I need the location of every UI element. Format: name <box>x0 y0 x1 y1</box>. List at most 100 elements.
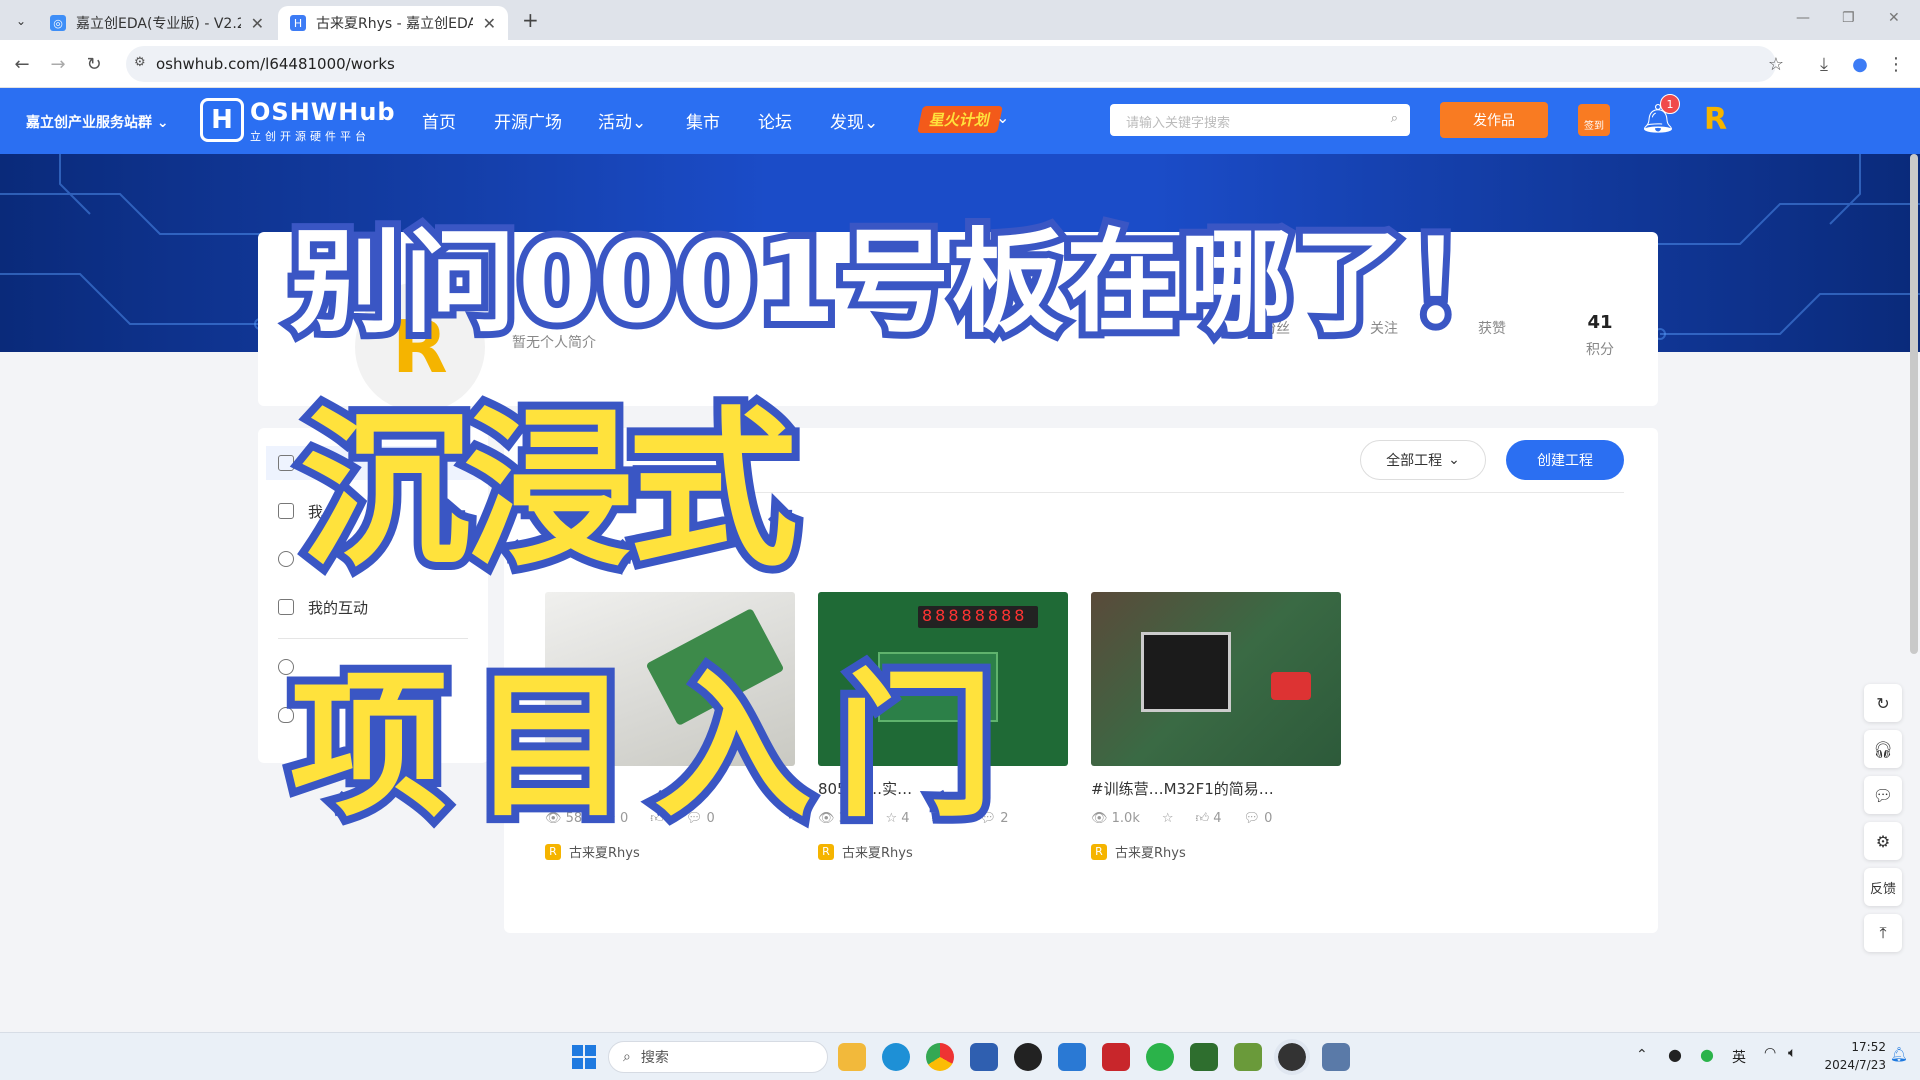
profile-avatar-icon[interactable]: ● <box>1848 52 1872 76</box>
taskbar-search[interactable]: ⌕ 搜索 <box>608 1041 828 1073</box>
clock[interactable]: 17:52 2024/7/23 <box>1818 1038 1886 1074</box>
browser-tab-bar: ⌄ ◎ 嘉立创EDA(专业版) - V2.2.23 ✕ H 古来夏Rhys - … <box>0 0 1920 40</box>
headset-support-icon[interactable]: 🎧︎ <box>1864 730 1902 768</box>
views-count: 👁︎ 1.0k <box>1091 811 1140 826</box>
checkin-calendar-icon[interactable]: 签到 <box>1578 104 1610 136</box>
publish-button[interactable]: 发作品 <box>1440 102 1548 138</box>
keil-icon[interactable] <box>1190 1043 1218 1071</box>
minimize-icon[interactable]: — <box>1796 10 1810 26</box>
settings-gear-icon[interactable]: ⚙ <box>1864 822 1902 860</box>
tab-oshwhub[interactable]: H 古来夏Rhys - 嘉立创EDA开源硬 ✕ <box>278 6 508 40</box>
search-input[interactable]: 请输入关键字搜索 ⌕ <box>1110 104 1410 136</box>
project-card[interactable]: #训练营…M32F1的简易… 👁︎ 1.0k ☆ 👍︎ 4 💬︎ 0 R 古来夏R… <box>1091 592 1341 861</box>
chrome-browser-icon[interactable] <box>926 1043 954 1071</box>
notification-bell-icon[interactable]: 🔔︎ <box>1890 1047 1908 1063</box>
oshwhub-logo-icon[interactable]: H <box>200 98 244 142</box>
red-clip <box>1271 672 1311 700</box>
eda-favicon-icon: ◎ <box>50 15 66 31</box>
heart-icon <box>278 551 294 567</box>
edge-browser-icon[interactable] <box>882 1043 910 1071</box>
qq-icon[interactable] <box>1014 1043 1042 1071</box>
nav-discover-label: 发现 <box>830 113 864 133</box>
refresh-tool-icon[interactable]: ↻ <box>1864 684 1902 722</box>
back-to-top-icon[interactable]: ⤒ <box>1864 914 1902 952</box>
tray-chevron-up-icon[interactable]: ⌃ <box>1636 1047 1648 1063</box>
restore-icon[interactable]: ❐ <box>1842 10 1855 26</box>
url-field[interactable]: ⚙ oshwhub.com/l64481000/works <box>126 46 1776 82</box>
notepad-icon[interactable] <box>970 1043 998 1071</box>
window-close-icon[interactable]: ✕ <box>1888 10 1900 26</box>
close-icon[interactable]: ✕ <box>251 14 264 33</box>
file-explorer-icon[interactable] <box>838 1043 866 1071</box>
stat-value: 41 <box>1587 312 1613 333</box>
sidebar-item-label: 我的互动 <box>308 598 369 617</box>
search-icon[interactable]: ⌕ <box>1391 111 1398 126</box>
likes-value: 4 <box>1213 811 1222 826</box>
app-icon[interactable] <box>1058 1043 1086 1071</box>
chevron-down-icon[interactable]: ⌄ <box>996 108 1009 127</box>
new-tab-plus-icon[interactable]: + <box>522 8 539 32</box>
wifi-icon[interactable]: ◠ <box>1764 1045 1776 1061</box>
more-menu-icon[interactable]: ⋮ <box>1884 52 1908 76</box>
nav-market[interactable]: 集市 <box>686 108 720 133</box>
bookmark-star-icon[interactable]: ☆ <box>1764 52 1788 76</box>
clock-date: 2024/7/23 <box>1824 1058 1886 1072</box>
tray-wechat-icon[interactable]: ● <box>1700 1045 1714 1064</box>
taskbar-search-label: 搜索 <box>640 1050 669 1066</box>
image-icon <box>278 455 294 471</box>
project-filter-dropdown[interactable]: 全部工程 ⌄ <box>1360 440 1486 480</box>
chat-bubble-icon[interactable]: 💬︎ <box>1864 776 1902 814</box>
tab-list-chevron-icon[interactable]: ⌄ <box>10 10 32 32</box>
nav-discover[interactable]: 发现⌄ <box>830 108 878 133</box>
nav-activity[interactable]: 活动⌄ <box>598 108 646 133</box>
logo-subtitle: 立创开源硬件平台 <box>250 130 370 143</box>
project-author[interactable]: R 古来夏Rhys <box>1091 842 1341 861</box>
feedback-button[interactable]: 反馈 <box>1864 868 1902 906</box>
stat-label: 积分 <box>1586 342 1614 358</box>
site-settings-icon[interactable]: ⚙ <box>134 55 146 70</box>
forward-arrow-icon[interactable]: → <box>46 52 70 76</box>
calendar-icon <box>278 503 294 519</box>
nav-home[interactable]: 首页 <box>422 108 456 133</box>
ime-indicator[interactable]: 英 <box>1732 1047 1746 1067</box>
start-tile <box>572 1058 583 1069</box>
pdf-app-icon[interactable] <box>1102 1043 1130 1071</box>
nav-activity-label: 活动 <box>598 113 632 133</box>
author-avatar-icon: R <box>1091 843 1107 860</box>
author-name: 古来夏Rhys <box>1115 846 1186 861</box>
wechat-icon[interactable] <box>1146 1043 1174 1071</box>
user-avatar-icon[interactable]: R <box>1704 102 1734 137</box>
nav-open-square[interactable]: 开源广场 <box>494 108 562 133</box>
camera-app-icon[interactable] <box>1322 1043 1350 1071</box>
group-sites-dropdown[interactable]: 嘉立创产业服务站群 ⌄ <box>26 112 169 132</box>
volume-icon[interactable]: 🔈︎ <box>1788 1045 1796 1061</box>
tray-qq-icon[interactable]: ● <box>1668 1045 1682 1064</box>
project-title[interactable]: #训练营…M32F1的简易… <box>1091 778 1341 799</box>
checkin-label: 签到 <box>1584 121 1604 132</box>
spark-plan-badge[interactable]: 星火计划 <box>917 106 1003 133</box>
tab-eda[interactable]: ◎ 嘉立创EDA(专业版) - V2.2.23 ✕ <box>38 6 276 40</box>
close-icon[interactable]: ✕ <box>483 14 496 33</box>
chart-app-icon[interactable] <box>1234 1043 1262 1071</box>
page-scrollbar[interactable] <box>1910 154 1918 654</box>
nav-forum[interactable]: 论坛 <box>758 108 792 133</box>
views-value: 1.0k <box>1111 811 1140 826</box>
windows-start-icon[interactable] <box>572 1045 596 1069</box>
start-tile <box>572 1045 583 1056</box>
search-icon: ⌕ <box>623 1049 631 1065</box>
reload-icon[interactable]: ↻ <box>82 52 106 76</box>
chevron-down-icon: ⌄ <box>632 113 647 133</box>
overlay-title-line3: 项目入门 <box>282 647 1018 847</box>
stat-points[interactable]: 41 积分 <box>1560 312 1640 359</box>
project-thumbnail[interactable] <box>1091 592 1341 766</box>
url-text: oshwhub.com/l64481000/works <box>156 55 395 73</box>
lcd-screen <box>1141 632 1231 712</box>
overlay-title-line2: 沉浸式 <box>292 384 806 598</box>
chevron-down-icon: ⌄ <box>156 115 169 131</box>
obs-icon[interactable] <box>1274 1039 1310 1075</box>
comments-value: 0 <box>1264 811 1273 826</box>
create-project-button[interactable]: 创建工程 <box>1506 440 1624 480</box>
download-icon[interactable]: ⤓ <box>1812 52 1836 76</box>
address-bar-row: ← → ↻ ⚙ oshwhub.com/l64481000/works ☆ ⤓ … <box>0 40 1920 88</box>
back-arrow-icon[interactable]: ← <box>10 52 34 76</box>
